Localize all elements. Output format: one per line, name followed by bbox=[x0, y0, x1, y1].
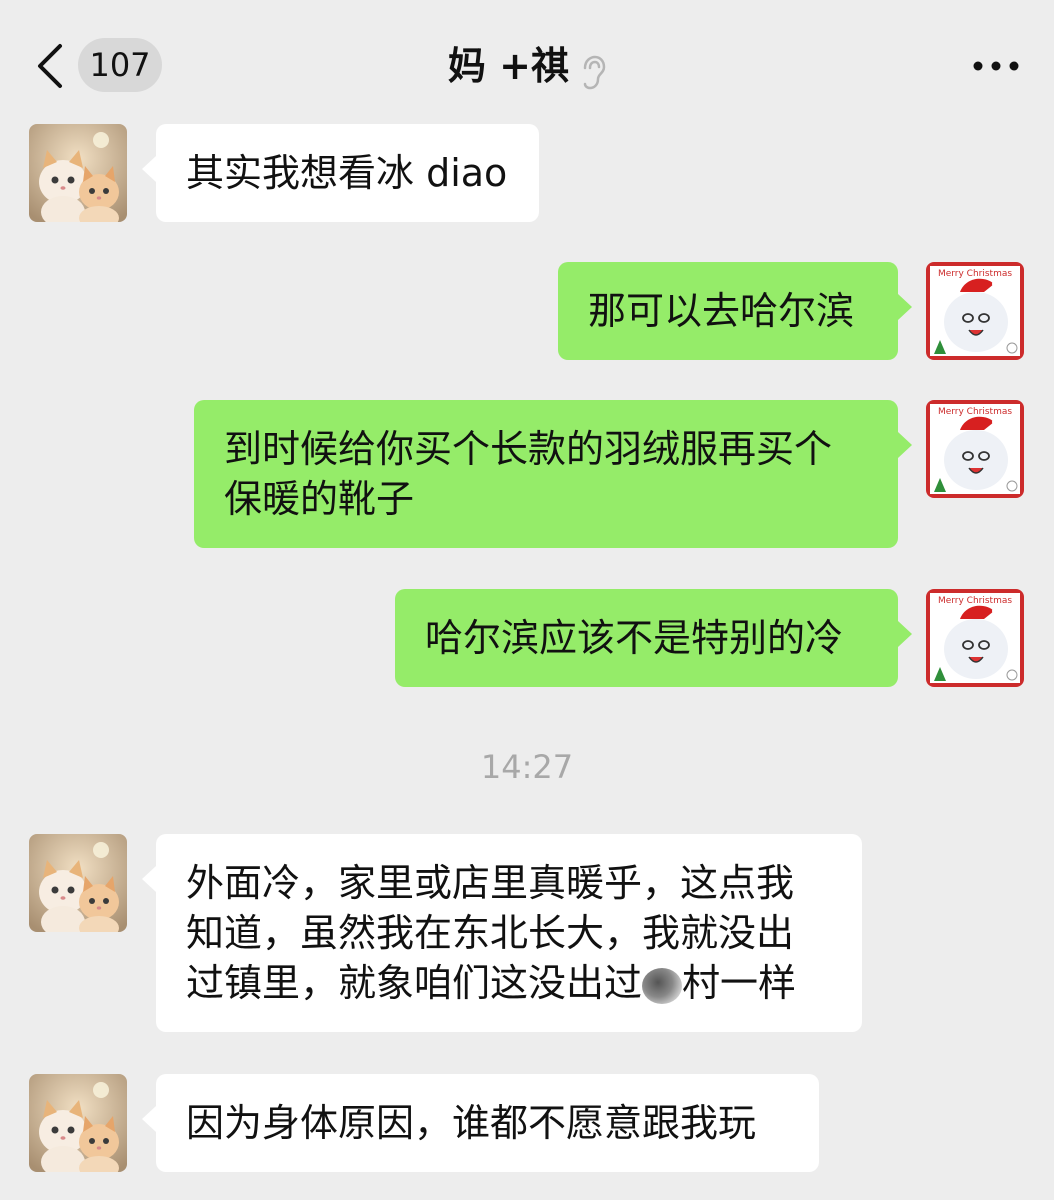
message-text: 那可以去哈尔滨 bbox=[588, 289, 855, 333]
message-text-fragment: 村一样 bbox=[682, 961, 797, 1005]
bubble-tail bbox=[898, 294, 912, 320]
message-text: 其实我想看冰 diao bbox=[186, 151, 508, 195]
timestamp-label: 14:27 bbox=[480, 748, 574, 786]
message-bubble[interactable]: 到时候给你买个长款的羽绒服再买个 保暖的靴子 bbox=[194, 400, 898, 548]
christmas-cat-avatar[interactable]: Merry Christmas bbox=[926, 589, 1024, 687]
chat-header: 107 妈 +祺 bbox=[0, 0, 1054, 118]
cats-avatar[interactable] bbox=[29, 124, 127, 222]
message-bubble[interactable]: 哈尔滨应该不是特别的冷 bbox=[395, 589, 898, 687]
message-text-line: 外面冷，家里或店里真暖乎，这点我 bbox=[186, 861, 795, 905]
message-text-line: 到时候给你买个长款的羽绒服再买个 bbox=[224, 427, 833, 471]
message-bubble[interactable]: 因为身体原因，谁都不愿意跟我玩 bbox=[156, 1074, 819, 1172]
bubble-tail bbox=[898, 621, 912, 647]
message-bubble[interactable]: 那可以去哈尔滨 bbox=[558, 262, 898, 360]
christmas-cat-avatar[interactable]: Merry Christmas bbox=[926, 400, 1024, 498]
chevron-left-icon bbox=[38, 44, 62, 88]
bubble-tail bbox=[898, 432, 912, 458]
chat-screen: 107 妈 +祺 其实我想看冰 diao 那可以去哈尔滨 Merry Chris… bbox=[0, 0, 1054, 1200]
christmas-cat-avatar[interactable]: Merry Christmas bbox=[926, 262, 1024, 360]
message-text-line: 知道，虽然我在东北长大，我就没出 bbox=[186, 911, 795, 955]
message-list[interactable]: 其实我想看冰 diao 那可以去哈尔滨 Merry Christmas 到时候给… bbox=[0, 118, 1054, 1200]
bubble-tail bbox=[142, 156, 156, 182]
message-text-line: 保暖的靴子 bbox=[224, 477, 415, 521]
unread-count-badge[interactable]: 107 bbox=[78, 38, 162, 92]
message-text: 因为身体原因，谁都不愿意跟我玩 bbox=[186, 1101, 757, 1145]
cats-avatar[interactable] bbox=[29, 1074, 127, 1172]
message-text: 哈尔滨应该不是特别的冷 bbox=[425, 616, 844, 660]
avatar-badge-text: Merry Christmas bbox=[938, 596, 1012, 606]
ear-icon bbox=[580, 55, 606, 95]
bubble-tail bbox=[142, 1106, 156, 1132]
cats-avatar[interactable] bbox=[29, 834, 127, 932]
chat-title[interactable]: 妈 +祺 bbox=[448, 44, 569, 88]
message-bubble[interactable]: 外面冷，家里或店里真暖乎，这点我 知道，虽然我在东北长大，我就没出 过镇里，就象… bbox=[156, 834, 862, 1032]
back-button[interactable] bbox=[30, 38, 70, 94]
bubble-tail bbox=[142, 866, 156, 892]
redacted-blur bbox=[642, 967, 683, 1004]
message-text-line: 过镇里，就象咱们这没出过 村一样 bbox=[186, 958, 832, 1008]
more-button[interactable] bbox=[966, 46, 1026, 86]
more-horizontal-icon bbox=[973, 61, 1019, 71]
avatar-badge-text: Merry Christmas bbox=[938, 269, 1012, 279]
message-text-fragment: 过镇里，就象咱们这没出过 bbox=[186, 961, 643, 1005]
message-bubble[interactable]: 其实我想看冰 diao bbox=[156, 124, 539, 222]
avatar-badge-text: Merry Christmas bbox=[938, 407, 1012, 417]
